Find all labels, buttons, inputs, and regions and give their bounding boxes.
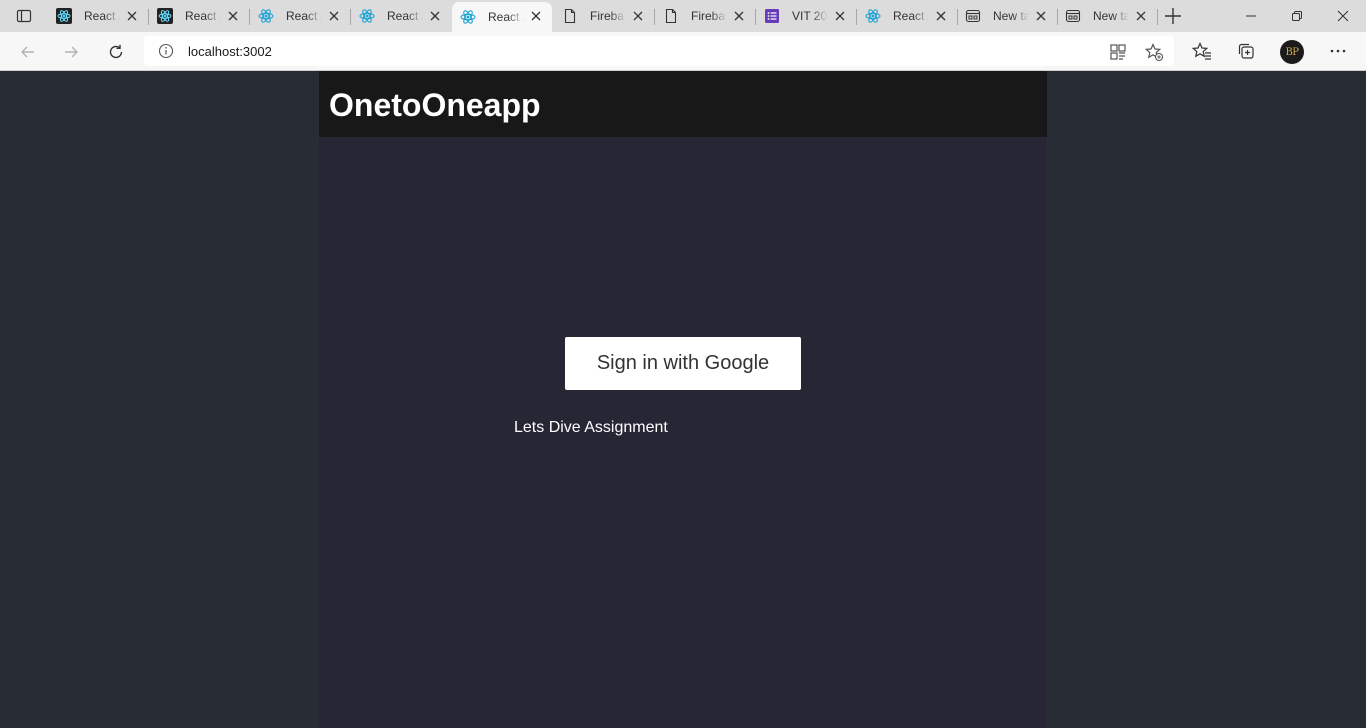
- sign-in-with-google-button[interactable]: Sign in with Google: [565, 337, 801, 390]
- tab-title: React App: [387, 9, 423, 23]
- minimize-button[interactable]: [1228, 0, 1274, 32]
- close-icon[interactable]: [834, 10, 846, 22]
- favorites-icon: [1192, 42, 1211, 60]
- close-icon[interactable]: [935, 10, 947, 22]
- page-viewport: OnetoOneapp Sign in with Google Lets Div…: [0, 71, 1366, 728]
- tab-title: React App: [185, 9, 221, 23]
- tab-react-app-5[interactable]: React App: [857, 2, 958, 30]
- react-icon: [56, 8, 72, 24]
- add-favorite-icon[interactable]: [1144, 42, 1164, 62]
- minimize-icon: [1246, 15, 1256, 17]
- tab-react-app-1[interactable]: React App: [48, 2, 149, 30]
- close-icon[interactable]: [126, 10, 138, 22]
- refresh-icon: [109, 44, 123, 59]
- tab-vit-2022[interactable]: VIT 2022: [756, 2, 857, 30]
- page-icon: [562, 8, 578, 24]
- forward-button[interactable]: [58, 39, 84, 65]
- close-icon[interactable]: [227, 10, 239, 22]
- tab-title: Firebase: [590, 9, 626, 23]
- back-arrow-icon: [21, 46, 34, 58]
- close-icon[interactable]: [1135, 10, 1147, 22]
- tab-strip: React App React App React App React App …: [0, 0, 1366, 32]
- react-icon: [865, 8, 881, 24]
- tab-title: New tab: [1093, 9, 1129, 23]
- immersive-reader-icon[interactable]: [1108, 42, 1128, 62]
- tab-title: New tab: [993, 9, 1029, 23]
- react-icon: [258, 8, 274, 24]
- forward-arrow-icon: [65, 46, 78, 58]
- site-info-icon[interactable]: [158, 43, 174, 59]
- tab-firebase-1[interactable]: Firebase: [554, 2, 655, 30]
- settings-menu-button[interactable]: [1327, 40, 1349, 62]
- collections-button[interactable]: [1235, 40, 1257, 62]
- refresh-button[interactable]: [103, 39, 129, 65]
- page-icon: [663, 8, 679, 24]
- close-icon[interactable]: [1035, 10, 1047, 22]
- collections-icon: [1238, 43, 1254, 59]
- more-options-icon: [1330, 49, 1346, 53]
- back-button[interactable]: [15, 39, 41, 65]
- tab-title: React App: [286, 9, 322, 23]
- app-header: OnetoOneapp: [319, 71, 1047, 137]
- tab-actions-button[interactable]: [10, 4, 38, 28]
- tab-react-app-4[interactable]: React App: [351, 2, 451, 30]
- close-icon[interactable]: [429, 10, 441, 22]
- tab-title: React App: [488, 10, 524, 24]
- close-window-button[interactable]: [1320, 0, 1366, 32]
- newtab-icon: [965, 8, 981, 24]
- tab-actions-icon: [16, 9, 32, 23]
- profile-avatar[interactable]: BP: [1280, 40, 1304, 64]
- react-icon: [157, 8, 173, 24]
- restore-icon: [1292, 11, 1302, 21]
- tab-new-tab-2[interactable]: New tab: [1057, 2, 1158, 30]
- address-url[interactable]: localhost:3002: [188, 44, 272, 59]
- profile-initials: BP: [1285, 46, 1299, 58]
- tab-title: React App: [893, 9, 929, 23]
- close-icon[interactable]: [328, 10, 340, 22]
- form-icon: [764, 8, 780, 24]
- close-window-icon: [1337, 10, 1349, 22]
- app-title: OnetoOneapp: [329, 87, 541, 123]
- tab-new-tab-1[interactable]: New tab: [957, 2, 1058, 30]
- new-tab-button[interactable]: [1162, 5, 1184, 27]
- react-icon: [460, 9, 476, 25]
- restore-button[interactable]: [1274, 0, 1320, 32]
- tagline-text: Lets Dive Assignment: [514, 419, 668, 436]
- tab-title: Firebase: [691, 9, 727, 23]
- close-icon[interactable]: [733, 10, 745, 22]
- react-icon: [359, 8, 375, 24]
- newtab-icon: [1065, 8, 1081, 24]
- close-icon[interactable]: [530, 10, 542, 22]
- close-icon[interactable]: [632, 10, 644, 22]
- favorites-button[interactable]: [1191, 40, 1213, 62]
- tab-firebase-2[interactable]: Firebase: [655, 2, 756, 30]
- tab-react-app-active[interactable]: React App: [452, 2, 552, 32]
- tab-react-app-3[interactable]: React App: [250, 2, 351, 30]
- address-bar[interactable]: localhost:3002: [144, 36, 1174, 66]
- tab-react-app-2[interactable]: React App: [149, 2, 250, 30]
- tab-title: VIT 2022: [792, 9, 828, 23]
- browser-toolbar: localhost:3002 BP: [0, 32, 1366, 71]
- app-container: OnetoOneapp Sign in with Google Lets Div…: [319, 71, 1047, 728]
- tab-title: React App: [84, 9, 120, 23]
